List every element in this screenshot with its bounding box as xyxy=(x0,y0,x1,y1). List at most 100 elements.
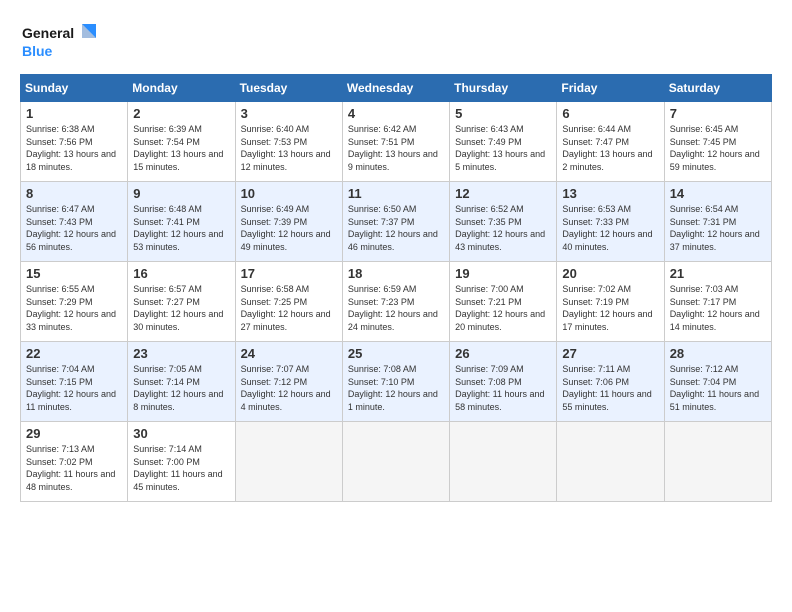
day-info: Sunrise: 7:05 AM Sunset: 7:14 PM Dayligh… xyxy=(133,363,229,413)
day-number: 28 xyxy=(670,346,766,361)
day-number: 7 xyxy=(670,106,766,121)
calendar-week-4: 22 Sunrise: 7:04 AM Sunset: 7:15 PM Dayl… xyxy=(21,342,772,422)
calendar-day xyxy=(450,422,557,502)
day-number: 1 xyxy=(26,106,122,121)
day-info: Sunrise: 6:55 AM Sunset: 7:29 PM Dayligh… xyxy=(26,283,122,333)
day-info: Sunrise: 7:03 AM Sunset: 7:17 PM Dayligh… xyxy=(670,283,766,333)
calendar-day: 14 Sunrise: 6:54 AM Sunset: 7:31 PM Dayl… xyxy=(664,182,771,262)
day-info: Sunrise: 6:50 AM Sunset: 7:37 PM Dayligh… xyxy=(348,203,444,253)
day-info: Sunrise: 6:39 AM Sunset: 7:54 PM Dayligh… xyxy=(133,123,229,173)
day-number: 18 xyxy=(348,266,444,281)
calendar-day: 8 Sunrise: 6:47 AM Sunset: 7:43 PM Dayli… xyxy=(21,182,128,262)
day-number: 23 xyxy=(133,346,229,361)
svg-text:Blue: Blue xyxy=(22,43,53,59)
day-number: 13 xyxy=(562,186,658,201)
calendar-day: 29 Sunrise: 7:13 AM Sunset: 7:02 PM Dayl… xyxy=(21,422,128,502)
day-number: 30 xyxy=(133,426,229,441)
day-info: Sunrise: 6:57 AM Sunset: 7:27 PM Dayligh… xyxy=(133,283,229,333)
day-number: 15 xyxy=(26,266,122,281)
calendar-week-2: 8 Sunrise: 6:47 AM Sunset: 7:43 PM Dayli… xyxy=(21,182,772,262)
calendar-day: 20 Sunrise: 7:02 AM Sunset: 7:19 PM Dayl… xyxy=(557,262,664,342)
col-header-friday: Friday xyxy=(557,75,664,102)
col-header-tuesday: Tuesday xyxy=(235,75,342,102)
day-info: Sunrise: 7:09 AM Sunset: 7:08 PM Dayligh… xyxy=(455,363,551,413)
day-number: 24 xyxy=(241,346,337,361)
day-number: 2 xyxy=(133,106,229,121)
day-info: Sunrise: 6:59 AM Sunset: 7:23 PM Dayligh… xyxy=(348,283,444,333)
calendar-header-row: SundayMondayTuesdayWednesdayThursdayFrid… xyxy=(21,75,772,102)
calendar-day: 21 Sunrise: 7:03 AM Sunset: 7:17 PM Dayl… xyxy=(664,262,771,342)
calendar-day: 23 Sunrise: 7:05 AM Sunset: 7:14 PM Dayl… xyxy=(128,342,235,422)
calendar-day: 17 Sunrise: 6:58 AM Sunset: 7:25 PM Dayl… xyxy=(235,262,342,342)
day-info: Sunrise: 7:11 AM Sunset: 7:06 PM Dayligh… xyxy=(562,363,658,413)
col-header-saturday: Saturday xyxy=(664,75,771,102)
day-info: Sunrise: 6:52 AM Sunset: 7:35 PM Dayligh… xyxy=(455,203,551,253)
day-number: 10 xyxy=(241,186,337,201)
col-header-wednesday: Wednesday xyxy=(342,75,449,102)
day-number: 11 xyxy=(348,186,444,201)
day-number: 8 xyxy=(26,186,122,201)
day-number: 5 xyxy=(455,106,551,121)
day-number: 14 xyxy=(670,186,766,201)
calendar-day xyxy=(235,422,342,502)
calendar-day xyxy=(664,422,771,502)
day-number: 17 xyxy=(241,266,337,281)
day-info: Sunrise: 7:00 AM Sunset: 7:21 PM Dayligh… xyxy=(455,283,551,333)
calendar-day xyxy=(557,422,664,502)
day-number: 20 xyxy=(562,266,658,281)
calendar-day: 9 Sunrise: 6:48 AM Sunset: 7:41 PM Dayli… xyxy=(128,182,235,262)
calendar-day: 10 Sunrise: 6:49 AM Sunset: 7:39 PM Dayl… xyxy=(235,182,342,262)
calendar-day xyxy=(342,422,449,502)
page-header: General Blue xyxy=(20,20,772,64)
calendar-day: 16 Sunrise: 6:57 AM Sunset: 7:27 PM Dayl… xyxy=(128,262,235,342)
day-number: 29 xyxy=(26,426,122,441)
calendar-day: 3 Sunrise: 6:40 AM Sunset: 7:53 PM Dayli… xyxy=(235,102,342,182)
day-number: 4 xyxy=(348,106,444,121)
day-info: Sunrise: 7:04 AM Sunset: 7:15 PM Dayligh… xyxy=(26,363,122,413)
calendar-day: 19 Sunrise: 7:00 AM Sunset: 7:21 PM Dayl… xyxy=(450,262,557,342)
logo-svg: General Blue xyxy=(20,20,100,64)
logo: General Blue xyxy=(20,20,100,64)
day-number: 27 xyxy=(562,346,658,361)
calendar-day: 5 Sunrise: 6:43 AM Sunset: 7:49 PM Dayli… xyxy=(450,102,557,182)
col-header-thursday: Thursday xyxy=(450,75,557,102)
day-number: 25 xyxy=(348,346,444,361)
col-header-monday: Monday xyxy=(128,75,235,102)
calendar-day: 2 Sunrise: 6:39 AM Sunset: 7:54 PM Dayli… xyxy=(128,102,235,182)
day-info: Sunrise: 7:08 AM Sunset: 7:10 PM Dayligh… xyxy=(348,363,444,413)
calendar-day: 15 Sunrise: 6:55 AM Sunset: 7:29 PM Dayl… xyxy=(21,262,128,342)
calendar-day: 24 Sunrise: 7:07 AM Sunset: 7:12 PM Dayl… xyxy=(235,342,342,422)
calendar-day: 26 Sunrise: 7:09 AM Sunset: 7:08 PM Dayl… xyxy=(450,342,557,422)
day-info: Sunrise: 6:48 AM Sunset: 7:41 PM Dayligh… xyxy=(133,203,229,253)
day-info: Sunrise: 6:54 AM Sunset: 7:31 PM Dayligh… xyxy=(670,203,766,253)
day-info: Sunrise: 7:13 AM Sunset: 7:02 PM Dayligh… xyxy=(26,443,122,493)
calendar-day: 13 Sunrise: 6:53 AM Sunset: 7:33 PM Dayl… xyxy=(557,182,664,262)
day-number: 12 xyxy=(455,186,551,201)
calendar-day: 12 Sunrise: 6:52 AM Sunset: 7:35 PM Dayl… xyxy=(450,182,557,262)
day-number: 26 xyxy=(455,346,551,361)
calendar-day: 22 Sunrise: 7:04 AM Sunset: 7:15 PM Dayl… xyxy=(21,342,128,422)
day-info: Sunrise: 6:58 AM Sunset: 7:25 PM Dayligh… xyxy=(241,283,337,333)
calendar-day: 30 Sunrise: 7:14 AM Sunset: 7:00 PM Dayl… xyxy=(128,422,235,502)
day-number: 6 xyxy=(562,106,658,121)
calendar-day: 25 Sunrise: 7:08 AM Sunset: 7:10 PM Dayl… xyxy=(342,342,449,422)
calendar-day: 27 Sunrise: 7:11 AM Sunset: 7:06 PM Dayl… xyxy=(557,342,664,422)
day-info: Sunrise: 7:12 AM Sunset: 7:04 PM Dayligh… xyxy=(670,363,766,413)
day-info: Sunrise: 6:40 AM Sunset: 7:53 PM Dayligh… xyxy=(241,123,337,173)
calendar-day: 4 Sunrise: 6:42 AM Sunset: 7:51 PM Dayli… xyxy=(342,102,449,182)
day-number: 22 xyxy=(26,346,122,361)
day-info: Sunrise: 7:07 AM Sunset: 7:12 PM Dayligh… xyxy=(241,363,337,413)
calendar-day: 28 Sunrise: 7:12 AM Sunset: 7:04 PM Dayl… xyxy=(664,342,771,422)
day-info: Sunrise: 6:45 AM Sunset: 7:45 PM Dayligh… xyxy=(670,123,766,173)
calendar-week-3: 15 Sunrise: 6:55 AM Sunset: 7:29 PM Dayl… xyxy=(21,262,772,342)
col-header-sunday: Sunday xyxy=(21,75,128,102)
day-number: 3 xyxy=(241,106,337,121)
day-number: 16 xyxy=(133,266,229,281)
calendar-day: 11 Sunrise: 6:50 AM Sunset: 7:37 PM Dayl… xyxy=(342,182,449,262)
day-info: Sunrise: 6:42 AM Sunset: 7:51 PM Dayligh… xyxy=(348,123,444,173)
calendar-day: 18 Sunrise: 6:59 AM Sunset: 7:23 PM Dayl… xyxy=(342,262,449,342)
day-info: Sunrise: 7:02 AM Sunset: 7:19 PM Dayligh… xyxy=(562,283,658,333)
day-info: Sunrise: 6:47 AM Sunset: 7:43 PM Dayligh… xyxy=(26,203,122,253)
day-info: Sunrise: 6:43 AM Sunset: 7:49 PM Dayligh… xyxy=(455,123,551,173)
calendar-day: 1 Sunrise: 6:38 AM Sunset: 7:56 PM Dayli… xyxy=(21,102,128,182)
